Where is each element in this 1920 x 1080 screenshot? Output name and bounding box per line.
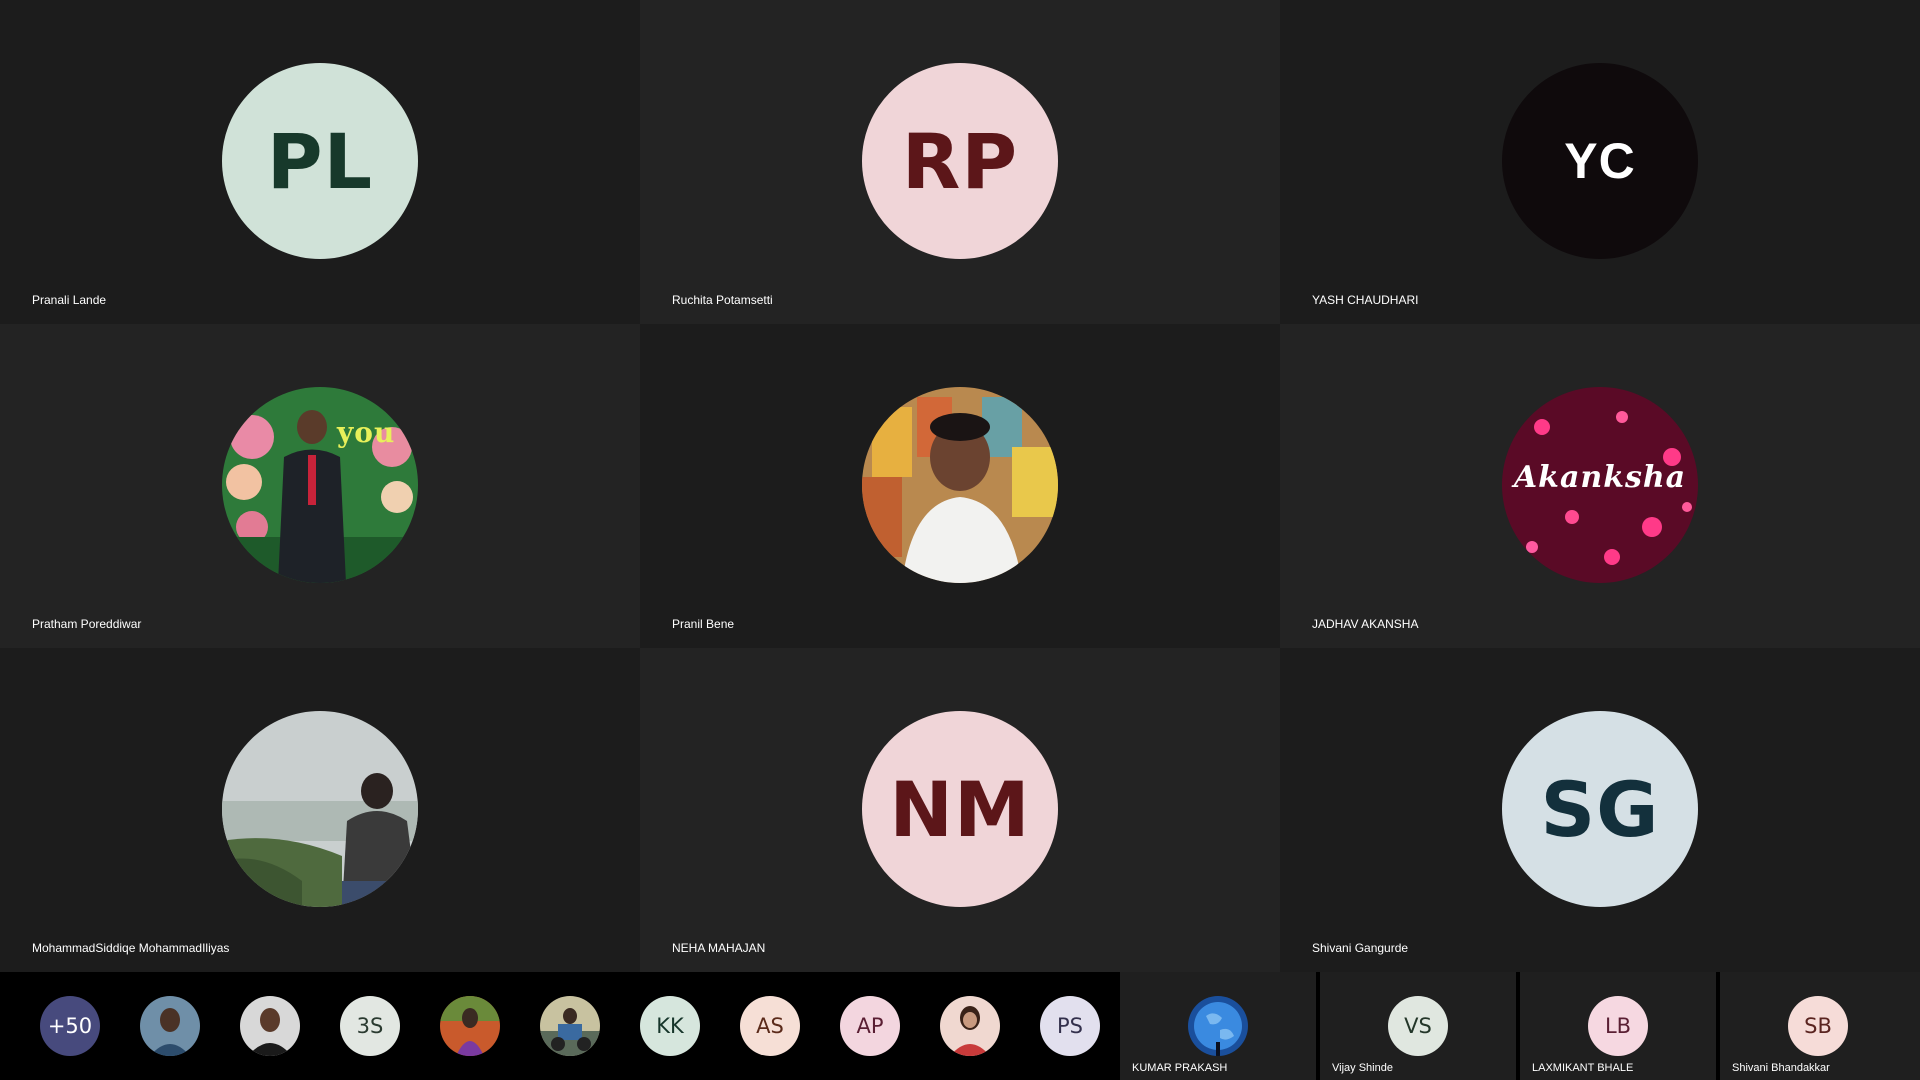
participant-avatar: YC xyxy=(1502,63,1698,259)
participant-avatar: LB xyxy=(1588,996,1648,1056)
participant-photo: you xyxy=(222,387,418,583)
participant-tile[interactable]: NM NEHA MAHAJAN xyxy=(640,648,1280,972)
participant-bubble[interactable] xyxy=(440,996,500,1056)
participant-name: Ruchita Potamsetti xyxy=(672,293,773,307)
participant-tile-small[interactable]: SB Shivani Bhandakkar xyxy=(1720,972,1920,1080)
participant-name: YASH CHAUDHARI xyxy=(1312,293,1419,307)
participant-bubble[interactable] xyxy=(240,996,300,1056)
participant-bubble[interactable]: KK xyxy=(640,996,700,1056)
participant-name: Shivani Gangurde xyxy=(1312,941,1409,955)
participant-name: Pratham Poreddiwar xyxy=(32,617,142,631)
participant-bubble[interactable] xyxy=(940,996,1000,1056)
participant-bubble[interactable]: AS xyxy=(740,996,800,1056)
participant-tile[interactable]: YC YASH CHAUDHARI xyxy=(1280,0,1920,324)
participant-name: Shivani Bhandakkar xyxy=(1732,1062,1830,1074)
participant-name: KUMAR PRAKASH xyxy=(1132,1062,1228,1074)
participant-avatar: NM xyxy=(862,711,1058,907)
participant-name: NEHA MAHAJAN xyxy=(672,941,766,955)
participant-name: Pranil Bene xyxy=(672,617,735,631)
participant-tile[interactable]: MohammadSiddiqe MohammadIliyas xyxy=(0,648,640,972)
participant-bubble[interactable]: AP xyxy=(840,996,900,1056)
photo-caption: Akanksha xyxy=(1511,460,1686,495)
participant-tile[interactable]: PL Pranali Lande xyxy=(0,0,640,324)
avatar xyxy=(440,996,500,1056)
participant-tile-small[interactable]: VS Vijay Shinde xyxy=(1320,972,1516,1080)
participant-name: MohammadSiddiqe MohammadIliyas xyxy=(32,941,230,955)
participant-bubble[interactable]: 3S xyxy=(340,996,400,1056)
participant-tile[interactable]: SG Shivani Gangurde xyxy=(1280,648,1920,972)
person-photo-image xyxy=(862,387,1058,583)
participant-name: LAXMIKANT BHALE xyxy=(1532,1062,1634,1074)
participant-avatar: RP xyxy=(862,63,1058,259)
avatar xyxy=(240,996,300,1056)
participant-grid: PL Pranali Lande RP Ruchita Potamsetti Y… xyxy=(0,0,1920,972)
person-photo-image: you xyxy=(222,387,418,583)
participant-name: Pranali Lande xyxy=(32,293,107,307)
text-photo-image: Akanksha xyxy=(1502,387,1698,583)
participant-bubble[interactable] xyxy=(540,996,600,1056)
participant-avatar: PL xyxy=(222,63,418,259)
participant-tile[interactable]: RP Ruchita Potamsetti xyxy=(640,0,1280,324)
participant-tile[interactable]: Pranil Bene xyxy=(640,324,1280,648)
participant-avatar: SB xyxy=(1788,996,1848,1056)
avatar xyxy=(540,996,600,1056)
participant-name: JADHAV AKANSHA xyxy=(1312,617,1419,631)
svg-text:you: you xyxy=(336,416,395,449)
participant-strip: +50 3S KK AS AP PS KUMAR PRAKASH VS Vija… xyxy=(0,972,1920,1080)
landscape-photo-image xyxy=(222,711,418,907)
participant-tile-small[interactable]: KUMAR PRAKASH xyxy=(1120,972,1316,1080)
participant-photo xyxy=(862,387,1058,583)
participant-tile-small[interactable]: LB LAXMIKANT BHALE xyxy=(1520,972,1716,1080)
participant-tile[interactable]: you Pratham Poreddiwar xyxy=(0,324,640,648)
participant-bubble[interactable] xyxy=(140,996,200,1056)
participant-bubble[interactable]: PS xyxy=(1040,996,1100,1056)
participant-photo xyxy=(222,711,418,907)
participant-avatar: SG xyxy=(1502,711,1698,907)
participant-avatar: VS xyxy=(1388,996,1448,1056)
more-participants-button[interactable]: +50 xyxy=(40,996,100,1056)
participant-photo: Akanksha xyxy=(1502,387,1698,583)
participant-tile[interactable]: Akanksha JADHAV AKANSHA xyxy=(1280,324,1920,648)
avatar xyxy=(140,996,200,1056)
participant-name: Vijay Shinde xyxy=(1332,1062,1393,1074)
avatar xyxy=(940,996,1000,1056)
earth-icon xyxy=(1188,996,1248,1056)
participant-avatar xyxy=(1188,996,1248,1056)
